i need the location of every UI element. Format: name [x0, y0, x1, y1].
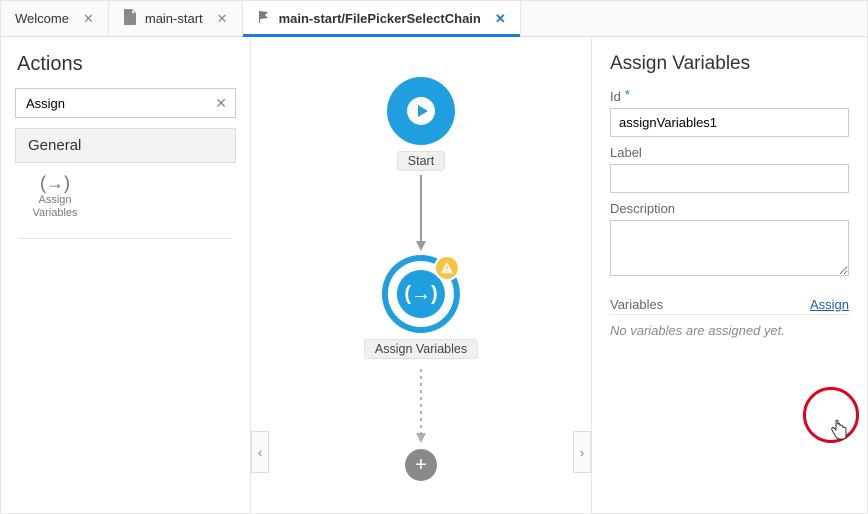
clear-search-icon[interactable]: ✕: [215, 95, 227, 112]
scroll-right-button[interactable]: ›: [573, 431, 591, 473]
cursor-pointer-icon: [829, 419, 849, 444]
variables-empty-message: No variables are assigned yet.: [610, 323, 849, 338]
inspector-panel: Assign Variables Id* Label Description V…: [591, 37, 867, 513]
add-node-button[interactable]: +: [405, 449, 437, 481]
tab-label: main-start/FilePickerSelectChain: [279, 11, 481, 26]
assign-variables-node-circle: (→): [382, 255, 460, 333]
flag-icon: [257, 10, 271, 27]
id-label: Id*: [610, 89, 849, 104]
scroll-left-button[interactable]: ‹: [251, 431, 269, 473]
tab-label: main-start: [145, 11, 203, 26]
actions-search[interactable]: ✕: [15, 88, 236, 118]
close-icon[interactable]: ✕: [217, 11, 228, 27]
label-field[interactable]: [610, 164, 849, 193]
start-node-label: Start: [397, 151, 445, 171]
label-label: Label: [610, 145, 849, 160]
tab-label: Welcome: [15, 11, 69, 26]
close-icon[interactable]: ✕: [83, 11, 94, 27]
connector-dashed: [414, 369, 428, 449]
tab-bar: Welcome ✕ main-start ✕ main-start/FilePi…: [1, 1, 867, 37]
assign-link[interactable]: Assign: [810, 297, 849, 312]
assign-variables-icon: (→): [19, 177, 91, 190]
chevron-right-icon: ›: [580, 445, 584, 460]
start-node[interactable]: Start: [387, 77, 455, 171]
chevron-left-icon: ‹: [258, 445, 262, 460]
variables-label: Variables: [610, 297, 663, 312]
highlight-circle: [803, 387, 859, 443]
description-label: Description: [610, 201, 849, 216]
tab-main-start[interactable]: main-start ✕: [109, 1, 243, 36]
palette-item-label: Assign Variables: [19, 194, 91, 220]
connector: [414, 175, 428, 255]
tab-chain[interactable]: main-start/FilePickerSelectChain ✕: [243, 1, 521, 36]
id-field[interactable]: [610, 108, 849, 137]
file-icon: [123, 9, 137, 28]
play-icon: [387, 77, 455, 145]
assign-node-label: Assign Variables: [364, 339, 478, 359]
assign-variables-node[interactable]: (→) Assign Variables: [364, 255, 478, 359]
chain-canvas[interactable]: Start (→) Assign Variables: [251, 37, 591, 513]
description-field[interactable]: [610, 220, 849, 276]
divider: [19, 238, 232, 239]
plus-icon: +: [405, 449, 437, 481]
actions-title: Actions: [17, 53, 234, 76]
actions-panel: Actions ✕ General (→) Assign Variables: [1, 37, 251, 513]
warning-icon: [434, 255, 460, 281]
palette-assign-variables[interactable]: (→) Assign Variables: [19, 177, 91, 220]
search-input[interactable]: [24, 95, 215, 112]
close-icon[interactable]: ✕: [495, 11, 506, 27]
group-general[interactable]: General: [15, 128, 236, 163]
required-icon: *: [625, 87, 630, 102]
inspector-title: Assign Variables: [610, 53, 849, 75]
tab-welcome[interactable]: Welcome ✕: [1, 1, 109, 36]
